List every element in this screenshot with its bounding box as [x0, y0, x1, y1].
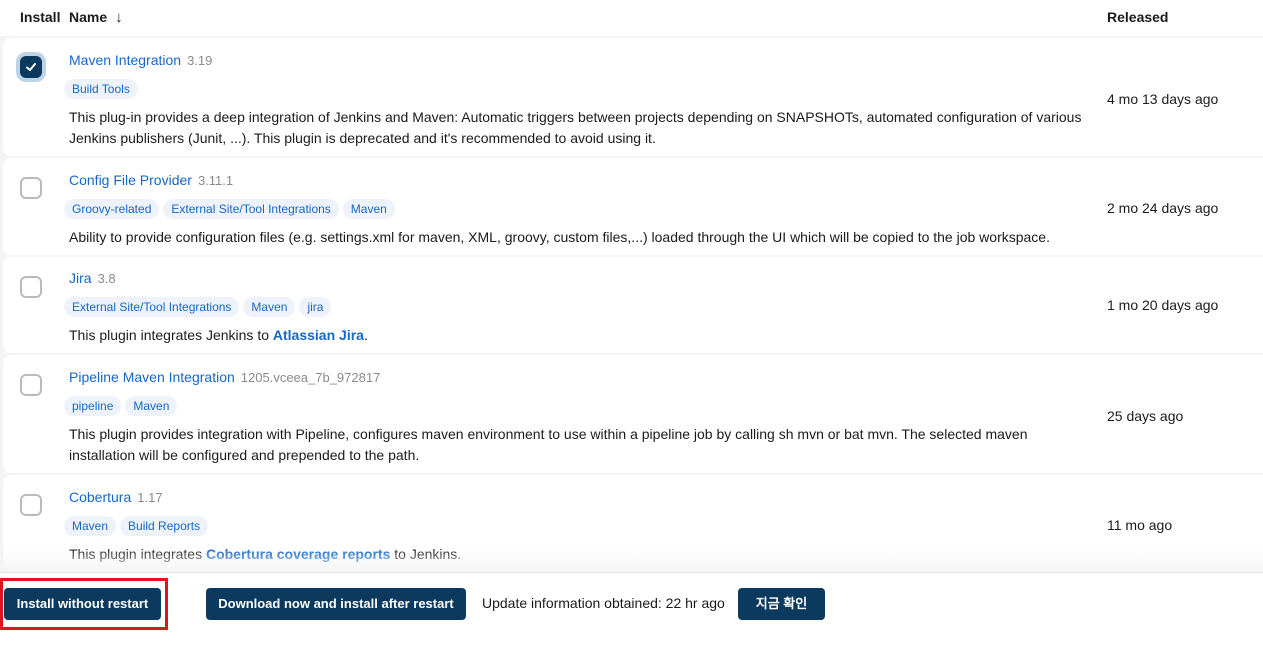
- plugin-description: This plugin integrates Jenkins to Atlass…: [69, 325, 1089, 346]
- sort-descending-icon: ↓: [115, 9, 123, 26]
- description-text: to Jenkins.: [390, 546, 462, 562]
- plugin-title: Jira 3.8: [69, 270, 116, 286]
- plugin-version: 3.19: [187, 53, 213, 68]
- plugin-tags: Groovy-related External Site/Tool Integra…: [64, 199, 399, 219]
- plugin-tags: Build Tools: [64, 79, 142, 99]
- check-now-button[interactable]: 지금 확인: [738, 588, 825, 620]
- tag-chip[interactable]: jira: [299, 297, 332, 317]
- table-row: Config File Provider 3.11.1 Groovy-relate…: [3, 158, 1263, 255]
- table-header: Install Name ↓ Released: [0, 0, 1263, 36]
- description-text: This plugin integrates: [69, 546, 206, 562]
- table-row: Maven Integration 3.19 Build Tools This p…: [3, 38, 1263, 156]
- plugin-version: 1205.vceea_7b_972817: [240, 370, 381, 385]
- plugin-checkbox[interactable]: [20, 494, 42, 516]
- plugin-description: This plug-in provides a deep integration…: [69, 109, 1082, 146]
- plugin-description: Ability to provide configuration files (…: [69, 229, 1050, 245]
- tag-chip[interactable]: Build Reports: [120, 516, 209, 536]
- plugin-version: 3.8: [97, 271, 116, 286]
- bottom-action-bar: Install without restart Download now and…: [0, 572, 1263, 645]
- description-text: .: [363, 327, 368, 343]
- plugin-name-link[interactable]: Pipeline Maven Integration: [69, 369, 235, 385]
- plugin-released: 1 mo 20 days ago: [1107, 297, 1219, 313]
- plugin-title: Pipeline Maven Integration 1205.vceea_7b_…: [69, 369, 380, 385]
- plugin-version: 1.17: [137, 490, 163, 505]
- tag-chip[interactable]: Maven: [64, 516, 117, 536]
- table-row: Cobertura 1.17 Maven Build Reports This pl…: [3, 475, 1263, 572]
- plugin-released: 11 mo ago: [1107, 517, 1173, 533]
- atlassian-jira-link[interactable]: Atlassian Jira: [273, 327, 364, 343]
- plugin-description: This plugin integrates Cobertura coverag…: [69, 544, 1089, 565]
- download-install-after-restart-button[interactable]: Download now and install after restart: [206, 588, 466, 620]
- column-header-name[interactable]: Name ↓: [69, 9, 123, 26]
- plugin-name-link[interactable]: Cobertura: [69, 489, 131, 505]
- column-header-released: Released: [1107, 9, 1169, 25]
- plugin-description: This plugin provides integration with Pi…: [69, 426, 1028, 463]
- tag-chip[interactable]: pipeline: [64, 396, 122, 416]
- plugin-released: 25 days ago: [1107, 408, 1184, 424]
- plugin-tags: External Site/Tool Integrations Maven jira: [64, 297, 335, 317]
- plugin-tags: Maven Build Reports: [64, 516, 212, 536]
- tag-chip[interactable]: Build Tools: [64, 79, 138, 99]
- column-header-install: Install: [20, 9, 61, 25]
- plugin-name-link[interactable]: Config File Provider: [69, 172, 192, 188]
- table-row: Jira 3.8 External Site/Tool Integrations M…: [3, 257, 1263, 353]
- plugin-name-link[interactable]: Jira: [69, 270, 92, 286]
- tag-chip[interactable]: Maven: [125, 396, 178, 416]
- description-text: This plugin integrates Jenkins to: [69, 327, 273, 343]
- plugin-released: 2 mo 24 days ago: [1107, 200, 1219, 216]
- checkmark-icon: [26, 63, 36, 71]
- plugin-checkbox[interactable]: [20, 177, 42, 199]
- plugin-title: Config File Provider 3.11.1: [69, 172, 233, 188]
- plugin-tags: pipeline Maven: [64, 396, 181, 416]
- plugin-title: Maven Integration 3.19: [69, 52, 212, 68]
- install-without-restart-button[interactable]: Install without restart: [4, 588, 161, 620]
- tag-chip[interactable]: Groovy-related: [64, 199, 160, 219]
- tag-chip[interactable]: Maven: [342, 199, 395, 219]
- plugin-manager-available: Install Name ↓ Released Maven Integration…: [0, 0, 1263, 645]
- tag-chip[interactable]: External Site/Tool Integrations: [163, 199, 339, 219]
- column-header-name-label: Name: [69, 9, 108, 25]
- plugin-checkbox[interactable]: [20, 56, 42, 78]
- plugin-title: Cobertura 1.17: [69, 489, 163, 505]
- plugin-released: 4 mo 13 days ago: [1107, 91, 1219, 107]
- plugin-name-link[interactable]: Maven Integration: [69, 52, 181, 68]
- update-info-text: Update information obtained: 22 hr ago: [482, 595, 725, 611]
- plugin-list: Maven Integration 3.19 Build Tools This p…: [0, 38, 1263, 572]
- cobertura-coverage-reports-link[interactable]: Cobertura coverage reports: [206, 546, 390, 562]
- plugin-checkbox[interactable]: [20, 374, 42, 396]
- tag-chip[interactable]: Maven: [243, 297, 296, 317]
- plugin-checkbox[interactable]: [20, 276, 42, 298]
- table-row: Pipeline Maven Integration 1205.vceea_7b_…: [3, 355, 1263, 473]
- plugin-version: 3.11.1: [197, 173, 234, 188]
- tag-chip[interactable]: External Site/Tool Integrations: [64, 297, 240, 317]
